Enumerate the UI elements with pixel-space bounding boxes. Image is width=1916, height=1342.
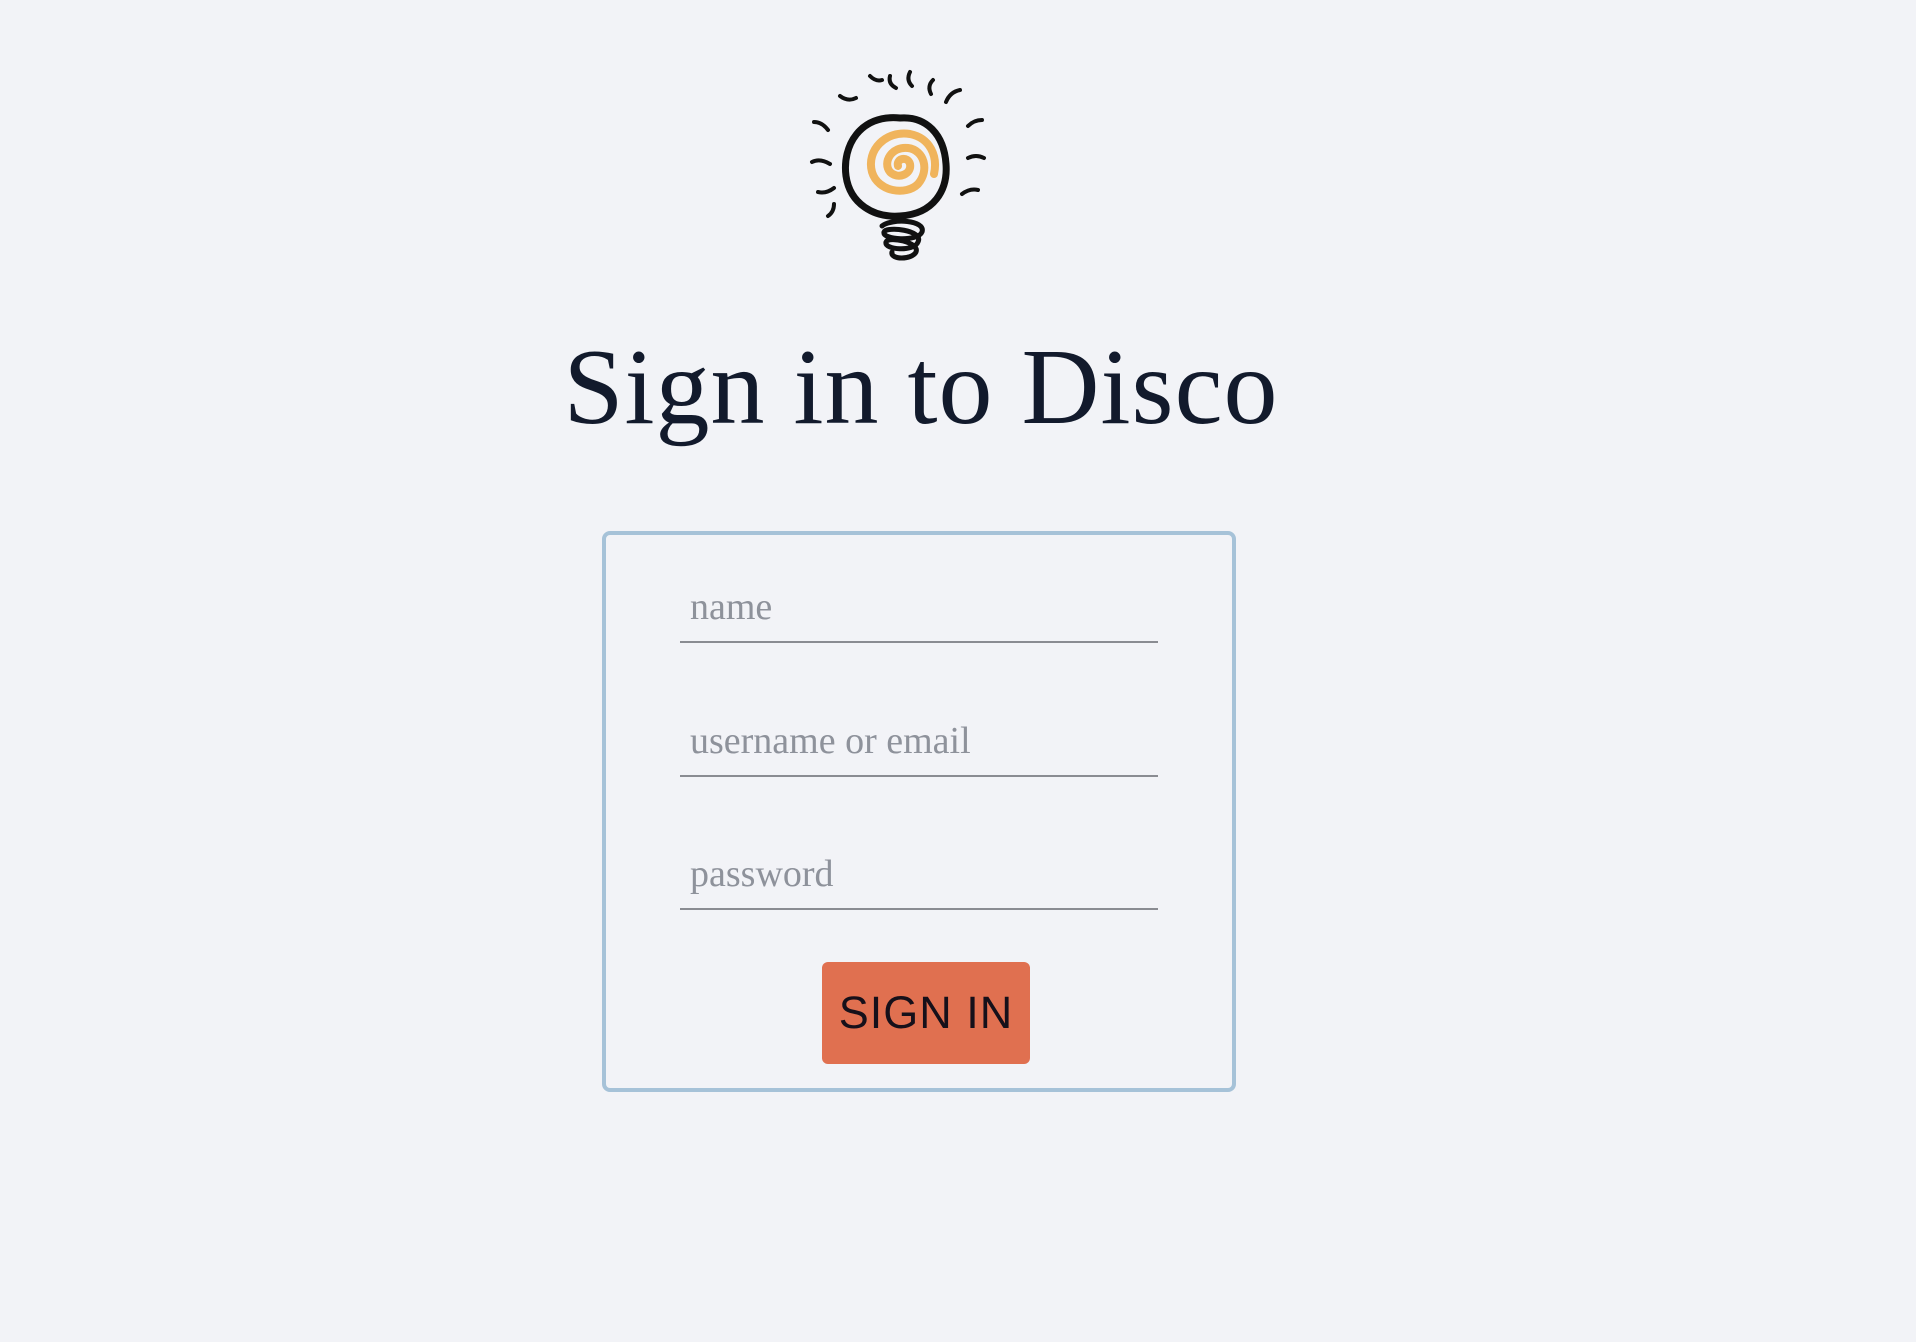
page-title: Sign in to Disco — [563, 328, 1279, 447]
sign-in-button[interactable]: SIGN IN — [822, 962, 1030, 1064]
name-input[interactable] — [680, 573, 1158, 643]
logo — [800, 66, 1000, 272]
sign-in-form: SIGN IN — [602, 531, 1236, 1092]
lightbulb-logo-icon — [810, 70, 986, 261]
username-or-email-input[interactable] — [680, 707, 1158, 777]
password-input[interactable] — [680, 840, 1158, 910]
